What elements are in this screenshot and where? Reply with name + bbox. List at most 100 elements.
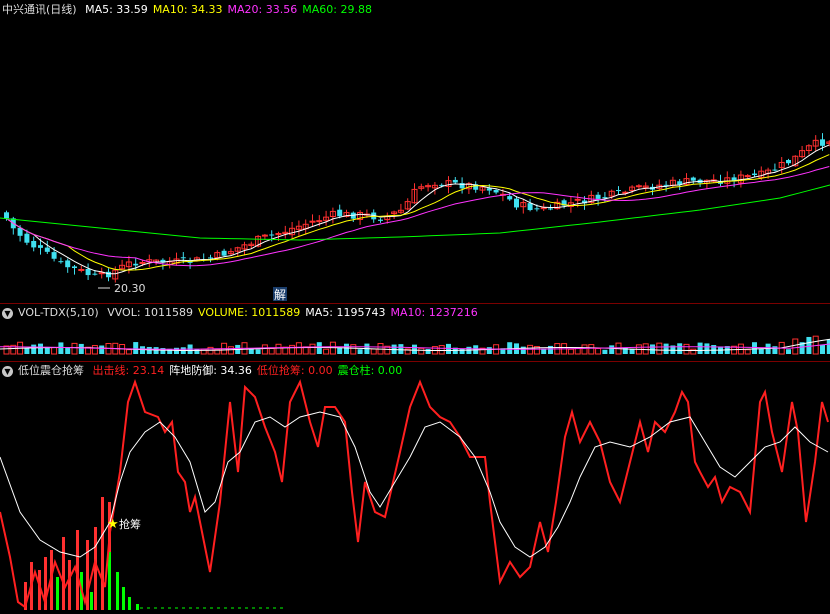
volume-bar [51,347,58,355]
volume-label-3: MA10: 1237216 [390,306,478,319]
price-panel[interactable]: 20.30 解 中兴通讯(日线) MA5: 33.59 MA10: 34.33 MA2… [0,0,830,304]
shakeout-bar [136,604,139,610]
volume-bar [418,347,425,355]
candle-body [221,250,227,256]
volume-bar [350,344,357,355]
volume-bar [38,343,43,354]
candle-body [38,245,43,248]
volume-title: VOL-TDX(5,10) [18,306,99,319]
volume-bar [642,343,649,355]
volume-bar [752,342,757,354]
volume-bar [792,338,799,355]
candle-body [51,252,57,259]
volume-bar [65,347,71,354]
volume-bar [125,349,132,355]
volume-bar [268,347,275,355]
indicator-panel[interactable]: ★ 抢筹 ▼ 低位震仓抢筹 出击线: 23.14 阵地防御: 34.36 低位抢筹: 0… [0,362,830,614]
candle-body [820,139,825,146]
volume-bar [438,345,445,355]
candle-body [752,173,757,176]
volume-bar [595,348,602,355]
shakeout-bar [122,587,125,610]
candle-body [180,257,186,259]
candle-body [452,179,458,183]
candle-body [378,219,383,221]
volume-bar [786,349,791,354]
signal-label: 抢筹 [119,517,141,531]
low-price-label: 20.30 [114,282,146,295]
candle-body [106,271,111,278]
volume-bar [309,343,316,355]
candle-body [269,234,275,236]
candle-body [139,261,146,264]
star-icon: ★ [107,517,119,532]
candle-body [744,175,751,178]
volume-label-0: VVOL: 1011589 [107,306,194,319]
volume-bar [425,349,431,354]
accumulation-bar [68,560,71,610]
volume-bars [3,335,830,355]
indicator-label-3: 震仓柱: 0.00 [337,364,403,377]
volume-header: ▼ VOL-TDX(5,10) VVOL: 1011589 VOLUME: 1011… [2,305,488,321]
candle-body [309,220,316,223]
marker-label: 解 [274,288,286,302]
volume-bar [758,349,764,354]
volume-panel[interactable]: ▼ VOL-TDX(5,10) VVOL: 1011589 VOLUME: 1011… [0,304,830,362]
volume-bar [289,344,296,355]
candlestick-chart[interactable]: 20.30 解 [0,0,830,304]
candle-body [574,198,581,201]
volume-bar [588,344,595,355]
volume-bar [412,344,417,354]
indicator-header: ▼ 低位震仓抢筹 出击线: 23.14 阵地防御: 34.36 低位抢筹: 0.00 震… [2,363,412,379]
indicator-chart[interactable]: ★ 抢筹 [0,362,830,614]
chevron-down-icon[interactable]: ▼ [2,365,13,377]
candle-body [507,196,513,200]
volume-bar [704,343,710,354]
volume-bar [153,347,159,354]
shakeout-bar [90,592,93,610]
candle-body [316,220,323,223]
candle-body [534,208,540,210]
candle-body [92,273,98,275]
volume-bar [820,344,825,354]
volume-bar [744,349,751,355]
candle-body [635,185,642,188]
ma-label-2: MA20: 33.56 [227,3,298,16]
shakeout-bar [108,552,111,610]
volume-bar [690,348,697,355]
candle-body [24,233,30,243]
volume-bar [71,342,78,355]
candle-body [85,268,91,276]
price-header: 中兴通讯(日线) MA5: 33.59 MA10: 34.33 MA20: 33.5… [2,2,382,18]
volume-bar [344,343,349,354]
accumulation-bar [62,537,65,610]
candle-body [261,234,268,237]
candle-body [772,169,778,171]
volume-bar [677,343,683,354]
candle-body [493,189,499,193]
candle-body [548,208,553,210]
volume-bar [133,342,139,354]
volume-bar [806,336,812,354]
volume-bar [275,343,282,355]
candle-body [595,194,601,199]
candle-body [690,177,696,181]
candle-body [44,247,50,252]
candle-body [78,268,85,271]
volume-label-2: MA5: 1195743 [305,306,386,319]
ma-legend: MA5: 33.59 MA10: 34.33 MA20: 33.56 MA60: 29… [85,3,377,16]
candle-body [65,260,71,268]
volume-bar [31,344,37,354]
candle-body [72,266,77,269]
volume-bar [486,347,492,354]
volume-bar [507,342,513,354]
candle-body [514,198,519,208]
candle-body [208,257,213,259]
volume-bar [24,348,30,354]
chevron-down-icon[interactable]: ▼ [2,307,13,319]
volume-bar [323,348,330,355]
ma10-line [6,154,830,271]
volume-bar [683,343,690,355]
candle-body [4,212,9,219]
volume-bar [581,344,588,355]
